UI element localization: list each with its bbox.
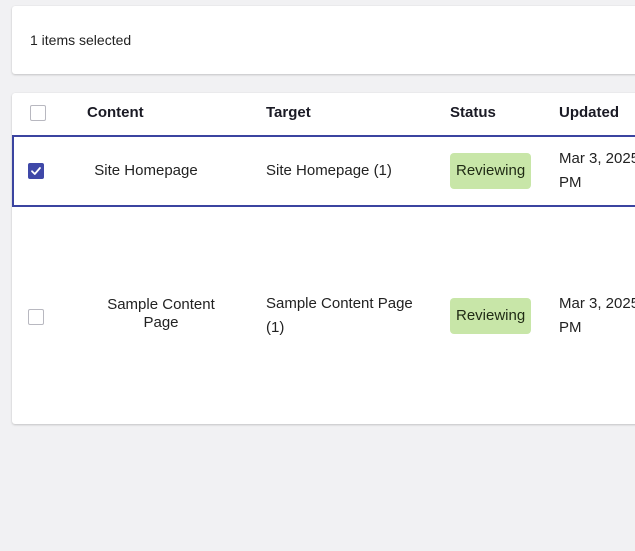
column-header-target[interactable]: Target xyxy=(266,104,311,121)
select-all-checkbox[interactable] xyxy=(30,105,46,121)
row-content-title-line2: Page xyxy=(143,314,179,331)
selection-summary-bar: 1 items selected xyxy=(12,6,635,74)
table-header-row: Content Target Status Updated xyxy=(12,93,635,135)
row-updated: Mar 3, 2025 PM xyxy=(559,147,635,195)
table-row[interactable]: Sample Content Page Sample Content Page … xyxy=(12,207,635,424)
row-updated: Mar 3, 2025 PM xyxy=(559,292,635,340)
row-content-title[interactable]: Sample Content Page xyxy=(96,296,226,332)
column-header-updated[interactable]: Updated xyxy=(559,104,619,121)
status-badge: Reviewing xyxy=(450,153,532,189)
row-checkbox[interactable] xyxy=(28,309,44,325)
row-target: Site Homepage (1) xyxy=(266,162,392,179)
row-target-line1: Sample Content Page xyxy=(266,295,413,312)
row-target-line2: (1) xyxy=(266,319,285,336)
row-checkbox[interactable] xyxy=(28,163,44,179)
check-icon xyxy=(31,167,41,175)
content-table: Content Target Status Updated Site Homep… xyxy=(12,93,635,424)
row-updated-line1: Mar 3, 2025 xyxy=(559,295,635,312)
selection-count-text: 1 items selected xyxy=(30,32,132,48)
status-badge: Reviewing xyxy=(450,298,532,334)
row-target: Sample Content Page (1) xyxy=(266,292,413,340)
row-content-title-line1: Sample Content xyxy=(107,296,215,313)
row-updated-line2: PM xyxy=(559,319,582,336)
table-row[interactable]: Site Homepage Site Homepage (1) Reviewin… xyxy=(12,135,635,207)
column-header-content[interactable]: Content xyxy=(87,104,144,121)
row-updated-line2: PM xyxy=(559,174,582,191)
row-content-title[interactable]: Site Homepage xyxy=(88,159,204,183)
row-updated-line1: Mar 3, 2025 xyxy=(559,150,635,167)
column-header-status[interactable]: Status xyxy=(450,104,496,121)
